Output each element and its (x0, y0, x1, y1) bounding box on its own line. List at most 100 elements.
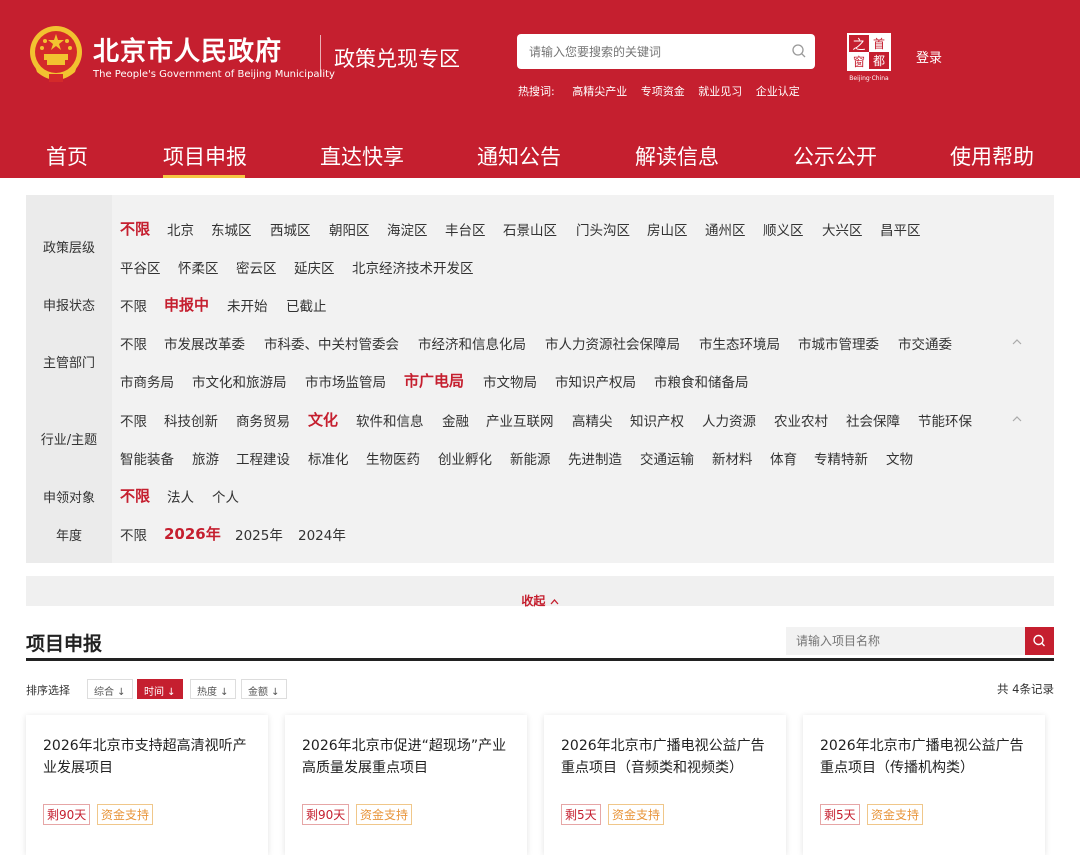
filter-option[interactable]: 创业孵化 (438, 448, 492, 468)
filter-option[interactable]: 专精特新 (814, 448, 868, 468)
filter-option[interactable]: 朝阳区 (329, 219, 370, 239)
zone-title[interactable]: 政策兑现专区 (334, 43, 460, 73)
project-search-button[interactable] (1025, 627, 1054, 655)
filter-option[interactable]: 东城区 (211, 219, 252, 239)
sort-comprehensive-button[interactable]: 综合 ↓ (87, 679, 133, 699)
filter-option-selected[interactable]: 不限 (120, 218, 150, 239)
filter-option[interactable]: 智能装备 (120, 448, 174, 468)
capital-window-logo[interactable]: 之 首 窗 都 Beijing·China (845, 32, 893, 82)
filter-option[interactable]: 个人 (212, 486, 239, 506)
filter-option[interactable]: 顺义区 (763, 219, 804, 239)
filter-option[interactable]: 房山区 (647, 219, 688, 239)
filter-option[interactable]: 交通运输 (640, 448, 694, 468)
filter-option[interactable]: 新能源 (510, 448, 551, 468)
project-card-title[interactable]: 2026年北京市支持超高清视听产业发展项目 (43, 735, 253, 779)
filter-option[interactable]: 法人 (167, 486, 194, 506)
filter-option[interactable]: 金融 (442, 410, 469, 430)
filter-option[interactable]: 市人力资源社会保障局 (545, 333, 680, 353)
filter-option[interactable]: 大兴区 (822, 219, 863, 239)
site-search-input[interactable] (529, 42, 779, 62)
filter-option[interactable]: 市科委、中关村管委会 (264, 333, 399, 353)
filter-option[interactable]: 市市场监管局 (305, 371, 386, 391)
filter-option[interactable]: 不限 (120, 524, 147, 544)
filter-option[interactable]: 产业互联网 (486, 410, 554, 430)
nav-item-direct[interactable]: 直达快享 (320, 141, 404, 171)
filter-option[interactable]: 节能环保 (918, 410, 972, 430)
filter-option[interactable]: 密云区 (236, 257, 277, 277)
login-link[interactable]: 登录 (916, 47, 942, 66)
filter-option[interactable]: 不限 (120, 333, 147, 353)
filter-option[interactable]: 怀柔区 (178, 257, 219, 277)
filter-option[interactable]: 软件和信息 (356, 410, 424, 430)
filter-option[interactable]: 石景山区 (503, 219, 557, 239)
filter-option[interactable]: 未开始 (227, 295, 268, 315)
filter-option[interactable]: 不限 (120, 410, 147, 430)
filter-option[interactable]: 先进制造 (568, 448, 622, 468)
filter-option[interactable]: 海淀区 (387, 219, 428, 239)
filter-option-selected[interactable]: 2026年 (164, 523, 221, 544)
filter-option[interactable]: 北京 (167, 219, 194, 239)
collapse-filters-button[interactable]: 收起 (26, 576, 1054, 608)
filter-option[interactable]: 工程建设 (236, 448, 290, 468)
filter-option[interactable]: 市文物局 (483, 371, 537, 391)
filter-option-selected[interactable]: 申报中 (164, 294, 209, 315)
filter-option[interactable]: 文物 (886, 448, 913, 468)
project-search-input[interactable] (796, 633, 1016, 649)
nav-item-interpret[interactable]: 解读信息 (635, 141, 719, 171)
filter-option[interactable]: 北京经济技术开发区 (352, 257, 474, 277)
nav-item-help[interactable]: 使用帮助 (950, 141, 1034, 171)
filter-option[interactable]: 昌平区 (880, 219, 921, 239)
filter-option[interactable]: 市商务局 (120, 371, 174, 391)
filter-option[interactable]: 丰台区 (445, 219, 486, 239)
filter-option[interactable]: 已截止 (286, 295, 327, 315)
project-card[interactable]: 2026年北京市广播电视公益广告重点项目（音频类和视频类） 剩5天 资金支持 (544, 715, 786, 855)
project-card[interactable]: 2026年北京市广播电视公益广告重点项目（传播机构类） 剩5天 资金支持 (803, 715, 1045, 855)
hot-word-link[interactable]: 就业见习 (698, 85, 742, 98)
filter-option[interactable]: 新材料 (712, 448, 753, 468)
chevron-up-icon[interactable] (1011, 338, 1023, 346)
hot-word-link[interactable]: 高精尖产业 (572, 85, 627, 98)
filter-option[interactable]: 平谷区 (120, 257, 161, 277)
filter-option[interactable]: 延庆区 (294, 257, 335, 277)
filter-option[interactable]: 人力资源 (702, 410, 756, 430)
filter-option-selected[interactable]: 文化 (308, 409, 338, 430)
filter-option[interactable]: 通州区 (705, 219, 746, 239)
filter-option[interactable]: 市城市管理委 (798, 333, 879, 353)
filter-option[interactable]: 市文化和旅游局 (192, 371, 287, 391)
filter-option[interactable]: 2025年 (235, 524, 283, 544)
filter-option-selected[interactable]: 市广电局 (404, 370, 464, 391)
project-card-title[interactable]: 2026年北京市广播电视公益广告重点项目（音频类和视频类） (561, 735, 771, 779)
filter-option[interactable]: 市粮食和储备局 (654, 371, 749, 391)
filter-option[interactable]: 旅游 (192, 448, 219, 468)
filter-option[interactable]: 市经济和信息化局 (418, 333, 526, 353)
filter-option-selected[interactable]: 不限 (120, 485, 150, 506)
filter-option[interactable]: 不限 (120, 295, 147, 315)
sort-popularity-button[interactable]: 热度 ↓ (190, 679, 236, 699)
nav-item-home[interactable]: 首页 (46, 141, 88, 171)
filter-option[interactable]: 市交通委 (898, 333, 952, 353)
search-icon[interactable] (791, 43, 807, 59)
nav-item-notices[interactable]: 通知公告 (477, 141, 561, 171)
filter-option[interactable]: 市生态环境局 (699, 333, 780, 353)
hot-word-link[interactable]: 专项资金 (641, 85, 685, 98)
filter-option[interactable]: 门头沟区 (576, 219, 630, 239)
sort-time-button[interactable]: 时间 ↓ (137, 679, 183, 699)
sort-amount-button[interactable]: 金额 ↓ (241, 679, 287, 699)
nav-item-public[interactable]: 公示公开 (793, 141, 877, 171)
project-card[interactable]: 2026年北京市支持超高清视听产业发展项目 剩90天 资金支持 (26, 715, 268, 855)
filter-option[interactable]: 生物医药 (366, 448, 420, 468)
filter-option[interactable]: 市发展改革委 (164, 333, 245, 353)
filter-option[interactable]: 科技创新 (164, 410, 218, 430)
filter-option[interactable]: 高精尖 (572, 410, 613, 430)
chevron-up-icon[interactable] (1011, 415, 1023, 423)
filter-option[interactable]: 商务贸易 (236, 410, 290, 430)
filter-option[interactable]: 标准化 (308, 448, 349, 468)
filter-option[interactable]: 市知识产权局 (555, 371, 636, 391)
filter-option[interactable]: 体育 (770, 448, 797, 468)
project-card-title[interactable]: 2026年北京市广播电视公益广告重点项目（传播机构类） (820, 735, 1030, 779)
filter-option[interactable]: 农业农村 (774, 410, 828, 430)
project-card[interactable]: 2026年北京市促进“超现场”产业高质量发展重点项目 剩90天 资金支持 (285, 715, 527, 855)
filter-option[interactable]: 知识产权 (630, 410, 684, 430)
filter-option[interactable]: 西城区 (270, 219, 311, 239)
hot-word-link[interactable]: 企业认定 (756, 85, 800, 98)
